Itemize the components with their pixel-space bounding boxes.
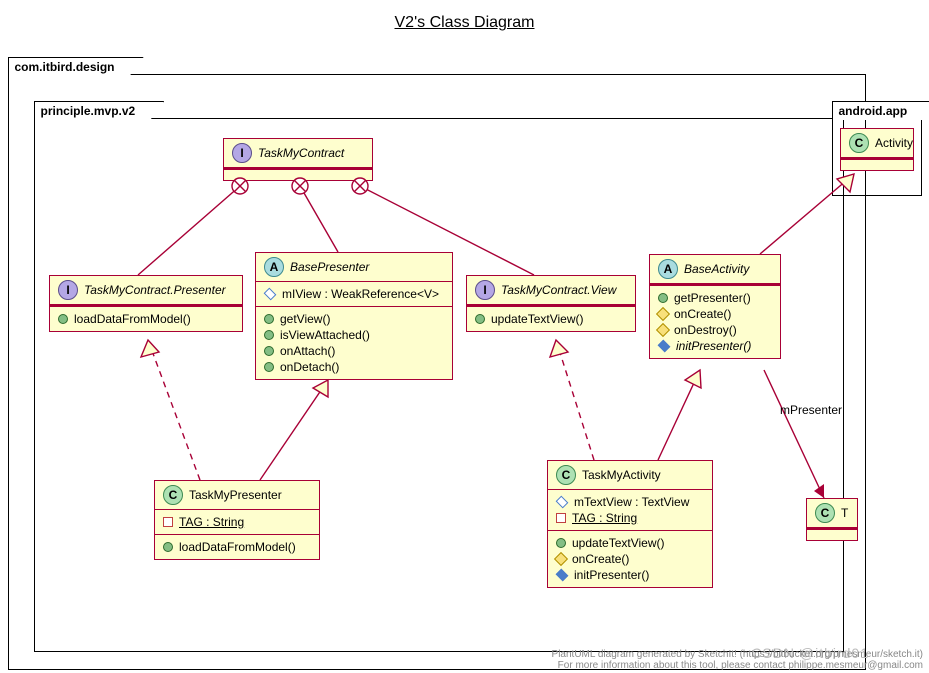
abstract-icon: A (264, 257, 284, 277)
public-icon (264, 314, 274, 324)
class-icon: C (815, 503, 835, 523)
public-icon (264, 346, 274, 356)
protected-icon (554, 552, 568, 566)
interface-icon: I (475, 280, 495, 300)
class-basepresenter: A BasePresenter mIView : WeakReference<V… (255, 252, 453, 380)
interface-icon: I (58, 280, 78, 300)
package-android-tab: android.app (832, 101, 929, 120)
class-taskmycontract-presenter: I TaskMyContract.Presenter loadDataFromM… (49, 275, 243, 332)
public-icon (58, 314, 68, 324)
package-outer-tab: com.itbird.design (8, 57, 144, 76)
class-taskmycontract-view: I TaskMyContract.View updateTextView() (466, 275, 636, 332)
package-inner: principle.mvp.v2 (34, 118, 844, 652)
class-icon: C (556, 465, 576, 485)
abstract-icon: A (658, 259, 678, 279)
class-taskmypresenter: C TaskMyPresenter TAG : String loadDataF… (154, 480, 320, 560)
abstract-method-icon (556, 569, 569, 582)
class-icon: C (163, 485, 183, 505)
class-taskmyactivity: C TaskMyActivity mTextView : TextView TA… (547, 460, 713, 588)
class-activity: C Activity (840, 128, 914, 171)
footer: PlantUML diagram generated by SketchIt! … (552, 649, 923, 671)
public-icon (556, 538, 566, 548)
interface-icon: I (232, 143, 252, 163)
private-icon (163, 517, 173, 527)
protected-icon (656, 307, 670, 321)
class-baseactivity: A BaseActivity getPresenter() onCreate()… (649, 254, 781, 359)
private-icon (556, 513, 566, 523)
diagram-title: V2's Class Diagram (0, 14, 929, 32)
attr-icon (556, 496, 569, 509)
abstract-method-icon (658, 340, 671, 353)
public-icon (264, 362, 274, 372)
class-taskmycontract: I TaskMyContract (223, 138, 373, 181)
class-t: C T (806, 498, 858, 541)
attr-icon (264, 288, 277, 301)
package-inner-tab: principle.mvp.v2 (34, 101, 165, 120)
public-icon (264, 330, 274, 340)
public-icon (475, 314, 485, 324)
public-icon (658, 293, 668, 303)
protected-icon (656, 323, 670, 337)
public-icon (163, 542, 173, 552)
class-icon: C (849, 133, 869, 153)
